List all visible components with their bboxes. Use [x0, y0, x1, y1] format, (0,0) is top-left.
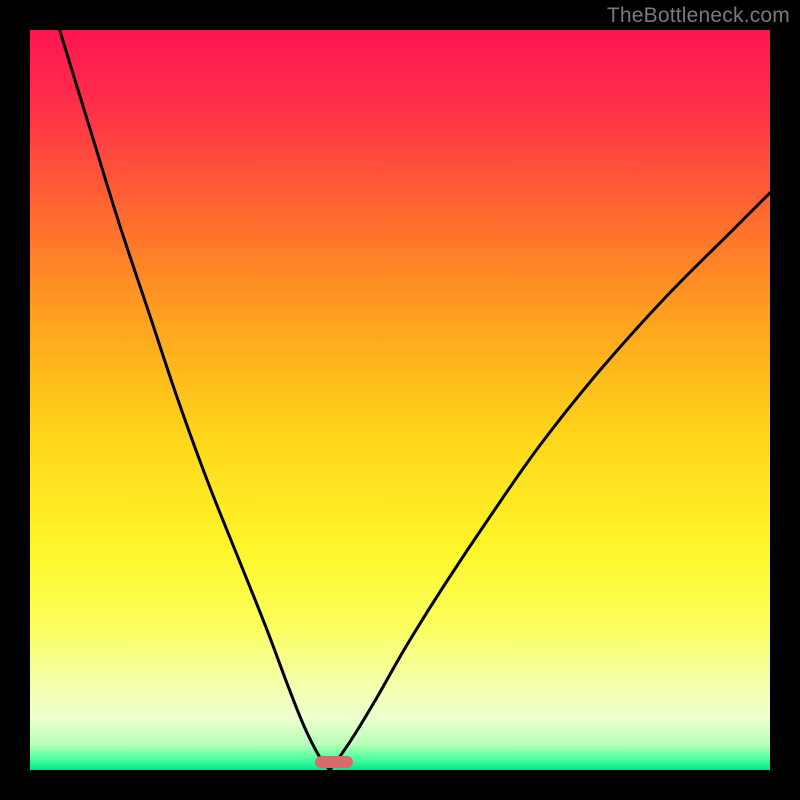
curve-right-branch [330, 193, 770, 770]
watermark-label: TheBottleneck.com [607, 4, 790, 28]
plot-area [30, 30, 770, 770]
optimal-marker [315, 756, 353, 768]
chart-frame: TheBottleneck.com [0, 0, 800, 800]
curve-left-branch [60, 30, 330, 770]
bottleneck-curve [30, 30, 770, 770]
